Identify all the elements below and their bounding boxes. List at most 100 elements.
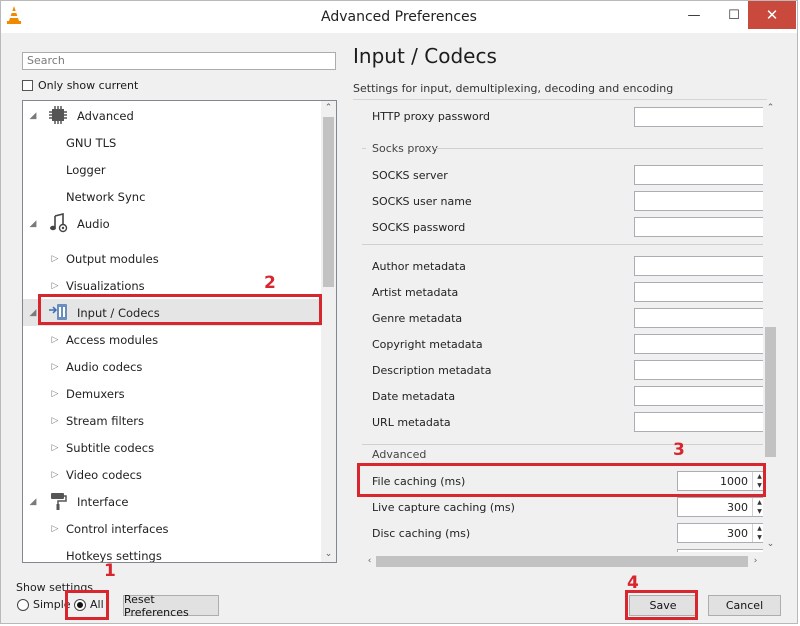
settings-hscrollbar[interactable]: ‹ › (362, 554, 763, 569)
collapsed-arrow-icon[interactable]: ▷ (50, 254, 60, 264)
tree-item-audio-codecs[interactable]: ▷ Audio codecs (23, 353, 321, 380)
genre-metadata-label: Genre metadata (372, 312, 463, 325)
disc-caching-label: Disc caching (ms) (372, 527, 471, 540)
artist-metadata-input[interactable] (634, 282, 767, 302)
tree-item-audio[interactable]: ◢ Audio (23, 210, 321, 237)
tree-label: Access modules (66, 332, 159, 347)
disc-caching-spinbox[interactable]: 300 ▲ ▼ (677, 523, 767, 543)
only-show-current-checkbox[interactable]: Only show current (22, 79, 138, 92)
tree-item-advanced[interactable]: ◢ Advanced (23, 102, 321, 129)
tree-item-output-modules[interactable]: ▷ Output modules (23, 245, 321, 272)
collapsed-arrow-icon[interactable]: ▷ (50, 416, 60, 426)
annotation-number-3: 3 (673, 440, 685, 460)
annotation-number-2: 2 (264, 273, 276, 293)
tree-label: Advanced (77, 108, 134, 123)
collapsed-arrow-icon[interactable]: ▷ (50, 281, 60, 291)
author-metadata-input[interactable] (634, 256, 767, 276)
maximize-button[interactable]: ☐ (717, 1, 751, 29)
description-metadata-input[interactable] (634, 360, 767, 380)
artist-metadata-label: Artist metadata (372, 286, 459, 299)
tree-scrollbar[interactable]: ⌃ ⌄ (321, 101, 336, 562)
tree-label: Logger (66, 162, 106, 177)
socks-user-input[interactable] (634, 191, 767, 211)
title-bar: Advanced Preferences — ☐ ✕ (1, 1, 797, 33)
tree-label: GNU TLS (66, 135, 117, 150)
date-metadata-label: Date metadata (372, 390, 456, 403)
url-metadata-input[interactable] (634, 412, 767, 432)
copyright-metadata-label: Copyright metadata (372, 338, 483, 351)
scroll-up-icon[interactable]: ⌃ (763, 101, 778, 116)
collapsed-arrow-icon[interactable]: ▷ (50, 389, 60, 399)
tree-item-gnu-tls[interactable]: GNU TLS (23, 129, 321, 156)
tree-item-logger[interactable]: Logger (23, 156, 321, 183)
preferences-tree[interactable]: ◢ Advanced GNU TLS Logger Network Sync ◢ (22, 100, 337, 563)
only-show-current-label: Only show current (38, 79, 139, 92)
copyright-metadata-input[interactable] (634, 334, 767, 354)
tree-label: Network Sync (66, 189, 146, 204)
close-button[interactable]: ✕ (748, 1, 796, 29)
http-proxy-password-label: HTTP proxy password (372, 110, 491, 123)
author-metadata-label: Author metadata (372, 260, 466, 273)
tree-label: Output modules (66, 251, 159, 266)
divider (362, 244, 767, 245)
page-title: Input / Codecs (353, 44, 497, 68)
scroll-right-icon[interactable]: › (748, 554, 763, 569)
expand-arrow-icon[interactable]: ◢ (28, 308, 38, 318)
annotation-box-2 (38, 294, 322, 325)
tree-label: Control interfaces (66, 521, 169, 536)
radio-button[interactable] (17, 598, 29, 611)
simple-radio[interactable]: Simple (17, 598, 71, 611)
tree-label: Audio (77, 216, 110, 231)
annotation-number-4: 4 (627, 573, 639, 593)
next-spinbox[interactable] (677, 549, 767, 552)
socks-proxy-group-label: Socks proxy (372, 142, 439, 155)
live-caching-spinbox[interactable]: 300 ▲ ▼ (677, 497, 767, 517)
collapsed-arrow-icon[interactable]: ▷ (50, 443, 60, 453)
spinbox-value: 300 (727, 501, 748, 514)
divider (353, 99, 767, 100)
tree-item-subtitle-codecs[interactable]: ▷ Subtitle codecs (23, 434, 321, 461)
http-proxy-password-input[interactable] (634, 107, 767, 127)
collapsed-arrow-icon[interactable]: ▷ (50, 524, 60, 534)
tree-item-stream-filters[interactable]: ▷ Stream filters (23, 407, 321, 434)
tree-item-control-interfaces[interactable]: ▷ Control interfaces (23, 515, 321, 542)
tree-item-hotkeys-settings[interactable]: Hotkeys settings (23, 542, 321, 563)
scroll-down-icon[interactable]: ⌄ (763, 537, 778, 552)
tree-item-interface[interactable]: ◢ Interface (23, 488, 321, 515)
annotation-box-4 (625, 590, 698, 620)
tree-item-video-codecs[interactable]: ▷ Video codecs (23, 461, 321, 488)
scrollbar-thumb[interactable] (323, 117, 334, 287)
socks-password-label: SOCKS password (372, 221, 466, 234)
tree-label: Subtitle codecs (66, 440, 155, 455)
scroll-left-icon[interactable]: ‹ (362, 554, 377, 569)
chip-icon (49, 106, 67, 124)
cancel-button[interactable]: Cancel (708, 595, 781, 616)
collapsed-arrow-icon[interactable]: ▷ (50, 470, 60, 480)
scroll-up-icon[interactable]: ⌃ (321, 101, 336, 116)
scrollbar-thumb[interactable] (765, 327, 776, 457)
collapsed-arrow-icon[interactable]: ▷ (50, 335, 60, 345)
search-input[interactable]: Search (22, 52, 336, 70)
socks-server-label: SOCKS server (372, 169, 448, 182)
scrollbar-thumb[interactable] (376, 556, 748, 567)
genre-metadata-input[interactable] (634, 308, 767, 328)
expand-arrow-icon[interactable]: ◢ (28, 111, 38, 121)
collapsed-arrow-icon[interactable]: ▷ (50, 362, 60, 372)
divider (434, 148, 767, 149)
annotation-box-3 (357, 463, 766, 497)
minimize-button[interactable]: — (677, 1, 711, 29)
tree-item-access-modules[interactable]: ▷ Access modules (23, 326, 321, 353)
scroll-down-icon[interactable]: ⌄ (321, 547, 336, 562)
tree-item-network-sync[interactable]: Network Sync (23, 183, 321, 210)
socks-password-input[interactable] (634, 217, 767, 237)
tree-item-demuxers[interactable]: ▷ Demuxers (23, 380, 321, 407)
tree-label: Demuxers (66, 386, 125, 401)
date-metadata-input[interactable] (634, 386, 767, 406)
expand-arrow-icon[interactable]: ◢ (28, 497, 38, 507)
divider (362, 148, 366, 149)
reset-preferences-button[interactable]: Reset Preferences (123, 593, 219, 619)
socks-server-input[interactable] (634, 165, 767, 185)
audio-icon (50, 213, 68, 233)
expand-arrow-icon[interactable]: ◢ (28, 219, 38, 229)
checkbox-box[interactable] (22, 80, 33, 91)
